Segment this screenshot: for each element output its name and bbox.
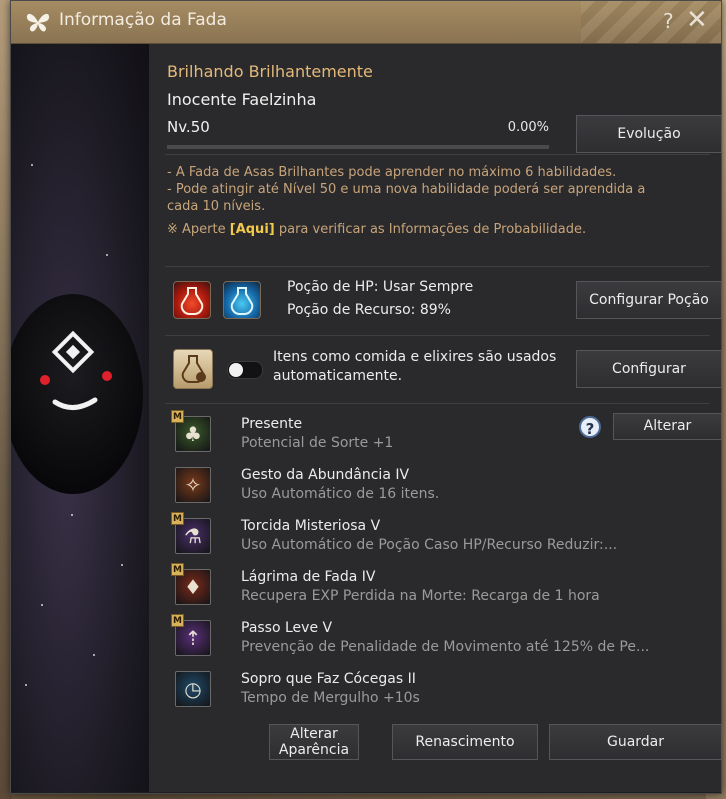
- divider: [165, 403, 710, 404]
- fairy-gesture-icon: ✧: [175, 467, 211, 503]
- divider: [165, 335, 710, 336]
- sparkle: [106, 254, 108, 256]
- skill-description: Tempo de Mergulho +10s: [241, 690, 420, 706]
- divider: [165, 154, 710, 155]
- rebirth-button[interactable]: Renascimento: [392, 724, 538, 760]
- help-icon[interactable]: ?: [663, 9, 674, 33]
- change-appearance-button[interactable]: Alterar Aparência: [269, 724, 359, 760]
- fairy-title: Brilhando Brilhantemente: [167, 62, 373, 81]
- elixir-settings-icon[interactable]: [173, 349, 213, 389]
- skill-row[interactable]: ◷ Sopro que Faz Cócegas II Tempo de Mergul…: [175, 667, 645, 713]
- window-title: Informação da Fada: [59, 10, 227, 30]
- info-line-2: - Pode atingir até Nível 50 e uma nova h…: [167, 182, 646, 197]
- probability-info: ※ Aperte [Aqui] para verificar as Inform…: [167, 222, 586, 237]
- fairy-info-window: Informação da Fada ? ✕ Brilhando Brilhan…: [10, 0, 722, 794]
- auto-use-toggle[interactable]: [227, 361, 263, 379]
- title-bar[interactable]: Informação da Fada ? ✕: [11, 1, 721, 44]
- info-line-3: cada 10 níveis.: [167, 199, 266, 214]
- skill-name: Lágrima de Fada IV: [241, 569, 376, 585]
- probability-suffix: para verificar as Informações de Probabi…: [274, 222, 587, 237]
- skill-name: Torcida Misteriosa V: [241, 518, 381, 534]
- mastery-badge: M: [171, 614, 184, 627]
- skill-glyph: ✧: [184, 473, 202, 497]
- skill-name: Passo Leve V: [241, 620, 333, 636]
- exp-percent: 0.00%: [507, 120, 549, 135]
- fairy-name: Inocente Faelzinha: [167, 90, 317, 109]
- sparkle: [25, 684, 27, 686]
- butterfly-icon: [26, 13, 50, 32]
- fairy-level: Nv.50: [167, 118, 210, 136]
- skill-glyph: ◷: [184, 677, 202, 701]
- fairy-details-panel: Brilhando Brilhantemente Inocente Faelzi…: [149, 44, 722, 792]
- exp-bar: [167, 145, 549, 149]
- evolve-button[interactable]: Evolução: [576, 115, 722, 153]
- hp-potion-icon[interactable]: [173, 281, 211, 319]
- skill-row[interactable]: ⚗ M Torcida Misteriosa V Uso Automático de …: [171, 512, 645, 560]
- resource-potion-icon[interactable]: [223, 281, 261, 319]
- info-line-1: - A Fada de Asas Brilhantes pode aprende…: [167, 165, 617, 180]
- appearance-line-1: Alterar: [290, 725, 338, 742]
- probability-link[interactable]: [Aqui]: [230, 222, 275, 237]
- sparkle: [31, 164, 33, 166]
- skill-description: Uso Automático de 16 itens.: [241, 486, 440, 502]
- fairy-portrait: [11, 44, 149, 792]
- sparkle: [93, 654, 95, 656]
- skill-name: Gesto da Abundância IV: [241, 467, 410, 483]
- hp-potion-label: Poção de HP: Usar Sempre: [287, 279, 474, 295]
- skill-row[interactable]: ♦ M Lágrima de Fada IV Recupera EXP Perdida…: [171, 563, 645, 611]
- store-button[interactable]: Guardar: [549, 724, 722, 760]
- skill-description: Uso Automático de Poção Caso HP/Recurso …: [241, 537, 618, 553]
- configure-button[interactable]: Configurar: [576, 350, 722, 388]
- fairy-creature: [11, 294, 143, 494]
- mastery-badge: M: [171, 410, 184, 423]
- sparkle: [41, 604, 43, 606]
- sparkle: [121, 564, 123, 566]
- toggle-knob: [229, 363, 243, 377]
- resource-potion-label: Poção de Recurso: 89%: [287, 302, 451, 318]
- skill-description: Prevenção de Penalidade de Movimento até…: [241, 639, 650, 655]
- close-icon[interactable]: ✕: [686, 5, 708, 35]
- skill-row[interactable]: ✧ Gesto da Abundância IV Uso Automático de…: [175, 463, 645, 509]
- skill-description: Potencial de Sorte +1: [241, 435, 394, 451]
- skill-row[interactable]: ⇡ M Passo Leve V Prevenção de Penalidade de…: [171, 614, 649, 662]
- auto-use-line-2: automaticamente.: [273, 368, 403, 384]
- appearance-line-2: Aparência: [278, 742, 350, 758]
- mastery-badge: M: [171, 512, 184, 525]
- configure-potion-button[interactable]: Configurar Poção: [576, 281, 722, 319]
- skill-name: Sopro que Faz Cócegas II: [241, 671, 416, 687]
- probability-prefix: ※ Aperte: [167, 222, 230, 237]
- mastery-badge: M: [171, 563, 184, 576]
- skill-row[interactable]: ♣ M Presente Potencial de Sorte +1: [171, 410, 645, 458]
- divider: [165, 266, 710, 267]
- skill-description: Recupera EXP Perdida na Morte: Recarga d…: [241, 588, 600, 604]
- breath-clock-icon: ◷: [175, 671, 211, 707]
- auto-use-line-1: Itens como comida e elixires são usados: [273, 349, 557, 365]
- skill-name: Presente: [241, 416, 303, 432]
